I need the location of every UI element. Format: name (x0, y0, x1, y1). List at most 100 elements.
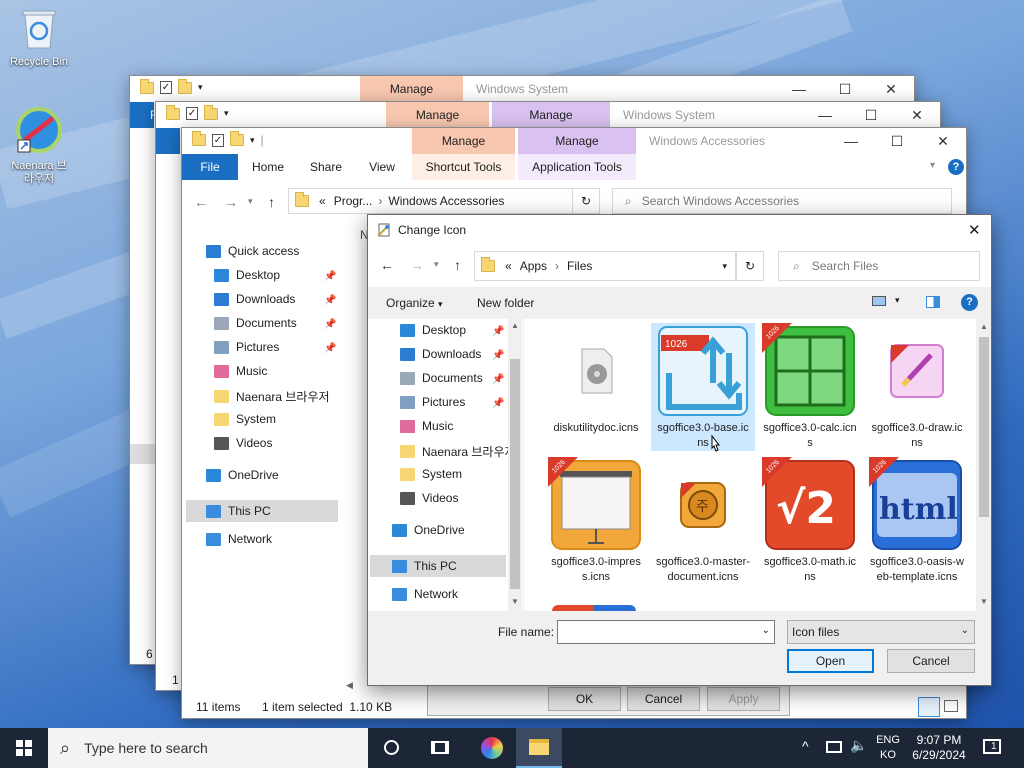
dialog-address-bar[interactable]: « Apps › Files ▾ (474, 251, 736, 281)
clock[interactable]: 9:07 PM 6/29/2024 (905, 733, 973, 763)
preview-pane-icon[interactable] (926, 296, 940, 308)
nav-item-system[interactable]: System (214, 412, 276, 426)
address-dropdown-icon[interactable]: ▾ (722, 261, 727, 272)
nav-item-documents[interactable]: Documents (214, 316, 297, 330)
address-overflow[interactable]: « (505, 259, 512, 273)
recent-locations-icon[interactable]: ▾ (248, 196, 253, 207)
new-folder-icon[interactable] (178, 78, 192, 94)
task-view-icon[interactable] (431, 741, 449, 754)
properties-ok-button[interactable]: OK (548, 687, 621, 711)
refresh-button[interactable]: ↻ (572, 188, 600, 214)
tab-shortcut-tools[interactable]: Shortcut Tools (412, 154, 515, 180)
file-name-input[interactable]: ⌄ (557, 620, 775, 644)
properties-icon[interactable]: ✓ (186, 107, 198, 120)
properties-icon[interactable]: ✓ (160, 81, 172, 94)
nav-item-videos[interactable]: Videos (400, 491, 458, 505)
file-tab[interactable]: F (130, 102, 157, 128)
help-icon[interactable]: ? (961, 294, 978, 311)
file-type-select[interactable]: Icon files ⌄ (787, 620, 975, 644)
minimize-button[interactable]: — (776, 76, 822, 102)
up-arrow-icon[interactable]: ↑ (268, 194, 275, 210)
tab-view[interactable]: View (358, 154, 406, 180)
file-item[interactable]: diskutilitydoc.icns (544, 323, 648, 436)
maximize-button[interactable]: ☐ (848, 102, 894, 128)
tab-file[interactable]: File (182, 154, 238, 180)
breadcrumb-apps[interactable]: Apps (520, 259, 547, 273)
close-button[interactable]: ✕ (868, 76, 914, 102)
show-hidden-icons[interactable]: ^ (802, 738, 809, 754)
breadcrumb-files[interactable]: Files (567, 259, 592, 273)
view-dropdown-icon[interactable]: ▾ (895, 295, 900, 306)
dialog-search-box[interactable]: ⌕ Search Files (778, 251, 980, 281)
back-arrow-icon[interactable]: ← (194, 194, 208, 210)
customize-dropdown-icon[interactable]: ▾ (224, 108, 229, 119)
start-button[interactable] (0, 728, 48, 768)
forward-arrow-icon[interactable]: → (410, 257, 424, 273)
manage-tab-header-1[interactable]: Manage (412, 128, 515, 154)
naenara-taskbar-icon[interactable] (481, 737, 503, 759)
details-view-icon[interactable] (918, 697, 940, 717)
new-folder-icon[interactable] (230, 131, 244, 146)
change-view-icon[interactable] (872, 296, 886, 306)
properties-icon[interactable]: ✓ (212, 133, 224, 147)
network-icon[interactable] (826, 741, 842, 753)
address-bar[interactable]: « Progr... › Windows Accessories ▾ (288, 188, 598, 214)
file-tab[interactable] (156, 128, 180, 154)
language-indicator[interactable]: ENG KO (874, 733, 902, 763)
nav-item-onedrive[interactable]: OneDrive (392, 523, 465, 537)
minimize-button[interactable]: — (802, 102, 848, 128)
maximize-button[interactable]: ☐ (874, 128, 920, 154)
files-scrollbar-thumb[interactable] (979, 337, 989, 517)
nav-item-quick-access[interactable]: Quick access (206, 244, 299, 258)
nav-item-this-pc[interactable]: This PC (186, 500, 338, 522)
ribbon-expand-icon[interactable]: ▾ (930, 160, 935, 171)
files-scrollbar[interactable]: ▲ ▼ (976, 319, 991, 611)
nav-item-documents[interactable]: Documents (400, 371, 483, 385)
nav-scrollbar[interactable]: ▲ ▼ (508, 319, 522, 611)
naenara-browser-shortcut[interactable]: Naenara 브라우저 (1, 106, 77, 186)
volume-muted-icon[interactable]: 🔈 (850, 737, 867, 754)
manage-tab-header-2[interactable]: Manage (518, 128, 636, 154)
taskbar-search[interactable]: ⌕ Type here to search (48, 728, 368, 768)
back-arrow-icon[interactable]: ← (380, 257, 394, 273)
manage-tab-header-2[interactable]: Manage (492, 102, 610, 128)
properties-cancel-button[interactable]: Cancel (627, 687, 700, 711)
nav-item-pictures[interactable]: Pictures (400, 395, 465, 409)
new-folder-button[interactable]: New folder (477, 296, 534, 310)
file-item[interactable]: sgoffice3.0-draw.icns (865, 323, 969, 451)
tab-application-tools[interactable]: Application Tools (518, 154, 636, 180)
horizontal-scrollbar-left-arrow[interactable]: ◀ (346, 680, 353, 691)
nav-item-music[interactable]: Music (400, 419, 453, 433)
organize-menu[interactable]: Organize ▾ (386, 296, 443, 310)
maximize-button[interactable]: ☐ (822, 76, 868, 102)
recent-locations-icon[interactable]: ▾ (434, 259, 439, 270)
nav-item-pictures[interactable]: Pictures (214, 340, 279, 354)
recycle-bin-shortcut[interactable]: Recycle Bin (1, 6, 77, 69)
up-arrow-icon[interactable]: ↑ (454, 257, 461, 273)
minimize-button[interactable]: — (828, 128, 874, 154)
nav-item-downloads[interactable]: Downloads (214, 292, 295, 306)
properties-apply-button[interactable]: Apply (707, 687, 780, 711)
file-item[interactable]: 1026 sgoffice3.0-calc.icns (758, 323, 862, 451)
cancel-button[interactable]: Cancel (887, 649, 975, 673)
customize-dropdown-icon[interactable]: ▾ (198, 82, 203, 93)
dialog-close-button[interactable]: ✕ (968, 221, 981, 239)
customize-dropdown-icon[interactable]: ▾ (250, 135, 255, 146)
manage-tab-header-1[interactable]: Manage (386, 102, 489, 128)
file-item[interactable]: 1026 sgoffice3.0-base.icns (651, 323, 755, 451)
tab-home[interactable]: Home (244, 154, 292, 180)
search-box[interactable]: ⌕ Search Windows Accessories (612, 188, 952, 214)
breadcrumb-progr[interactable]: Progr... (334, 194, 373, 208)
address-overflow[interactable]: « (319, 194, 326, 208)
nav-item-naenara[interactable]: Naenara 브라우저 (400, 443, 516, 460)
manage-tab-header[interactable]: Manage (360, 76, 463, 102)
new-folder-icon[interactable] (204, 104, 218, 120)
close-button[interactable]: ✕ (920, 128, 966, 154)
nav-scrollbar-thumb[interactable] (510, 359, 520, 589)
nav-item-desktop[interactable]: Desktop (400, 323, 466, 337)
nav-item-naenara[interactable]: Naenara 브라우저 (214, 388, 330, 405)
nav-item-onedrive[interactable]: OneDrive (206, 468, 279, 482)
action-center-button[interactable]: 1 (983, 739, 1001, 754)
cortana-icon[interactable] (384, 740, 399, 755)
nav-item-downloads[interactable]: Downloads (400, 347, 481, 361)
